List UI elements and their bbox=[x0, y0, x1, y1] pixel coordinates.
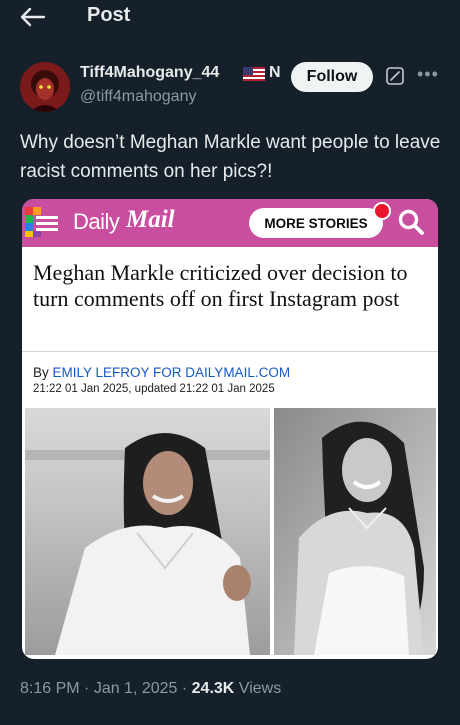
separator: · bbox=[79, 680, 94, 697]
us-flag-icon bbox=[243, 67, 265, 81]
tweet-text: Why doesn’t Meghan Markle want people to… bbox=[20, 132, 441, 182]
photo-right bbox=[274, 408, 436, 655]
article-headline: Meghan Markle criticized over decision t… bbox=[33, 260, 408, 311]
grok-icon[interactable] bbox=[386, 67, 404, 85]
author-name[interactable]: Tiff4Mahogany_44 bbox=[80, 64, 219, 82]
follow-button[interactable]: Follow bbox=[291, 62, 373, 92]
avatar-image bbox=[20, 62, 70, 112]
photo-left bbox=[25, 408, 270, 655]
author-handle[interactable]: @tiff4mahogany bbox=[80, 88, 196, 106]
post-meta: 8:16 PM · Jan 1, 2025 · 24.3K Views bbox=[20, 680, 281, 698]
dailymail-header: Daily Mail MORE STORIES bbox=[22, 199, 438, 247]
menu-icon bbox=[25, 207, 59, 237]
byline-prefix: By bbox=[33, 365, 53, 380]
post-time: 8:16 PM bbox=[20, 680, 80, 697]
brand-mail: Mail bbox=[126, 206, 175, 233]
page-title: Post bbox=[87, 4, 131, 26]
back-arrow-icon[interactable] bbox=[18, 6, 46, 28]
views-label: Views bbox=[234, 680, 282, 697]
top-bar: Post bbox=[0, 0, 460, 34]
search-icon bbox=[398, 209, 424, 235]
divider bbox=[22, 351, 438, 352]
name-badge: N bbox=[269, 64, 281, 81]
article-dateline: 21:22 01 Jan 2025, updated 21:22 01 Jan … bbox=[33, 383, 275, 395]
separator: · bbox=[177, 680, 192, 697]
byline-author-link: EMILY LEFROY FOR DAILYMAIL.COM bbox=[52, 365, 291, 380]
views-count: 24.3K bbox=[191, 680, 235, 697]
brand-daily: Daily bbox=[73, 209, 120, 234]
post-date: Jan 1, 2025 bbox=[93, 680, 178, 697]
avatar[interactable] bbox=[20, 62, 70, 112]
notification-dot bbox=[373, 202, 391, 220]
more-stories-button: MORE STORIES bbox=[249, 208, 383, 238]
more-icon[interactable]: ••• bbox=[417, 64, 439, 85]
embedded-image[interactable]: Daily Mail MORE STORIES Meghan Markle cr… bbox=[22, 199, 438, 659]
article-byline: By EMILY LEFROY FOR DAILYMAIL.COM bbox=[33, 365, 290, 380]
